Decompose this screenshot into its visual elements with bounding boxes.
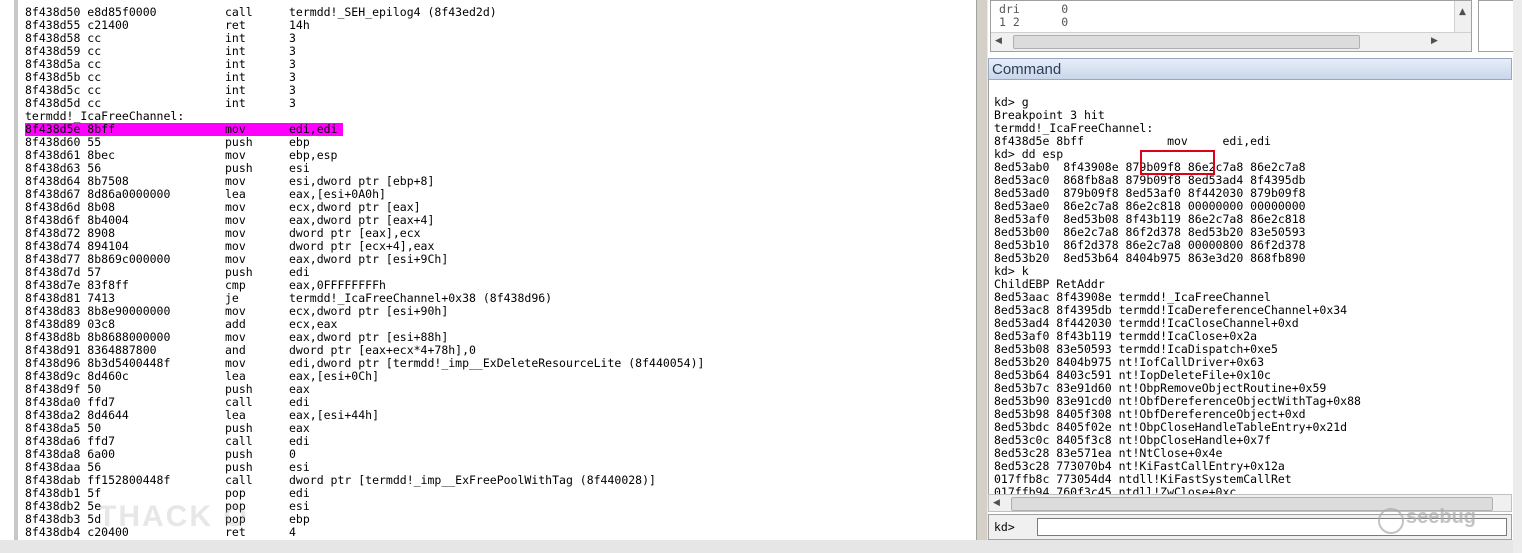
disassembly-row[interactable]: 8f438d63 56 push esi	[18, 162, 980, 175]
disassembly-row[interactable]: 8f438d7d 57 push edi	[18, 266, 980, 279]
disassembly-row[interactable]: 8f438d72 8908 mov dword ptr [eax],ecx	[18, 227, 980, 240]
scroll-left-arrow-icon[interactable]: ◀	[995, 36, 1002, 46]
command-output-line: 8ed53b20 8ed53b64 8404b975 863e3d20 868f…	[994, 251, 1306, 265]
disassembly-pane[interactable]: 8f438d50 e8d85f0000 call termdd!_SEH_epilo…	[14, 0, 980, 540]
disassembly-row[interactable]: 8f438d6d 8b08 mov ecx,dword ptr [eax]	[18, 201, 980, 214]
disassembly-row[interactable]: 8f438d9c 8d460c lea eax,[esi+0Ch]	[18, 370, 980, 383]
locals-pane[interactable]: dri 0 1 2 0 ▲ ◀ ▶	[990, 0, 1472, 52]
disassembly-row[interactable]: 8f438d5a cc int 3	[18, 58, 980, 71]
disassembly-row[interactable]: 8f438d5e 8bff mov edi,edi	[18, 123, 980, 136]
instruction-operands: termdd!_SEH_epilog4 (8f43ed2d)	[289, 5, 497, 19]
command-output-line: 017ffb94 760f3c45 ntdll!ZwClose+0xc	[994, 485, 1237, 495]
disassembly-row[interactable]: 8f438d5b cc int 3	[18, 71, 980, 84]
disassembly-row[interactable]: 8f438d67 8d86a0000000 lea eax,[esi+0A0h]	[18, 188, 980, 201]
disassembly-row[interactable]: 8f438d77 8b869c000000 mov eax,dword ptr [e…	[18, 253, 980, 266]
locals-row: 1 2 0	[999, 15, 1069, 29]
bottom-border	[0, 540, 1522, 553]
disassembly-row[interactable]: 8f438d5c cc int 3	[18, 84, 980, 97]
disassembly-row[interactable]: 8f438d8b 8b8688000000 mov eax,dword ptr [e…	[18, 331, 980, 344]
disassembly-row[interactable]: 8f438dab ff152800448f call dword ptr [term…	[18, 474, 980, 487]
disassembly-row[interactable]: 8f438da8 6a00 push 0	[18, 448, 980, 461]
disassembly-listing: 8f438d50 e8d85f0000 call termdd!_SEH_epilo…	[18, 6, 980, 539]
disassembly-row[interactable]: 8f438da5 50 push eax	[18, 422, 980, 435]
registers-pane[interactable]	[1478, 0, 1516, 52]
disassembly-row[interactable]: 8f438d59 cc int 3	[18, 45, 980, 58]
scroll-left-arrow-icon[interactable]: ◀	[993, 498, 1000, 508]
disassembly-row[interactable]: 8f438db1 5f pop edi	[18, 487, 980, 500]
instruction-mnemonic: int	[225, 96, 246, 110]
scroll-up-arrow-icon[interactable]: ▲	[1459, 7, 1466, 17]
instruction-operands: 3	[289, 96, 296, 110]
disassembly-row[interactable]: 8f438d60 55 push ebp	[18, 136, 980, 149]
disassembly-row[interactable]: 8f438d50 e8d85f0000 call termdd!_SEH_epilo…	[18, 6, 980, 19]
prompt-label: kd>	[994, 520, 1015, 534]
disassembly-row[interactable]: 8f438d9f 50 push eax	[18, 383, 980, 396]
instruction-operands: 4	[289, 525, 296, 539]
scroll-right-arrow-icon[interactable]: ▶	[1431, 36, 1438, 46]
disassembly-row[interactable]: 8f438da2 8d4644 lea eax,[esi+44h]	[18, 409, 980, 422]
disassembly-row[interactable]: 8f438d83 8b8e90000000 mov ecx,dword ptr [e…	[18, 305, 980, 318]
disassembly-row[interactable]: 8f438da6 ffd7 call edi	[18, 435, 980, 448]
disassembly-label[interactable]: termdd!_IcaFreeChannel:	[18, 110, 980, 123]
locals-vertical-scrollbar[interactable]: ▲	[1454, 1, 1471, 33]
right-border	[1513, 0, 1522, 553]
instruction-operands: dword ptr [termdd!_imp__ExFreePoolWithTa…	[289, 473, 656, 487]
disassembly-row[interactable]: 8f438d58 cc int 3	[18, 32, 980, 45]
pane-splitter[interactable]	[976, 0, 988, 540]
command-output[interactable]: kd> g Breakpoint 3 hit termdd!_IcaFreeChan…	[988, 80, 1514, 494]
locals-horizontal-scrollbar[interactable]: ◀ ▶	[991, 32, 1471, 51]
watermark: THACK O	[98, 500, 249, 533]
disassembly-row[interactable]: 8f438d61 8bec mov ebp,esp	[18, 149, 980, 162]
highlight-annotation-box	[1140, 150, 1215, 175]
instruction-operands: eax,dword ptr [esi+9Ch]	[289, 252, 449, 266]
command-window-title: Command	[988, 58, 1512, 80]
disassembly-row[interactable]: 8f438d6f 8b4004 mov eax,dword ptr [eax+4]	[18, 214, 980, 227]
disassembly-row[interactable]: 8f438d55 c21400 ret 14h	[18, 19, 980, 32]
seebug-watermark: seebug	[1406, 506, 1477, 528]
disassembly-row[interactable]: 8f438d96 8b3d5400448f mov edi,dword ptr [t…	[18, 357, 980, 370]
disassembly-row[interactable]: 8f438da0 ffd7 call edi	[18, 396, 980, 409]
scrollbar-thumb[interactable]	[1013, 35, 1360, 49]
